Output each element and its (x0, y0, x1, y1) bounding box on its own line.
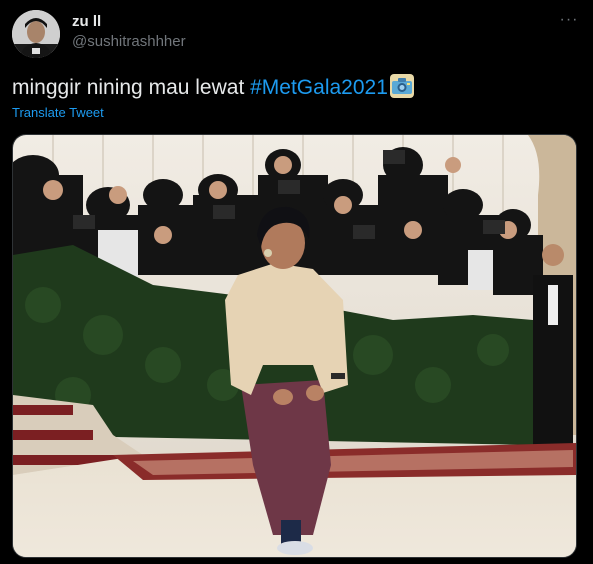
tweet-photo[interactable] (12, 134, 577, 558)
display-name[interactable]: zu ll (72, 13, 101, 30)
camera-emoji-icon (389, 74, 414, 98)
more-options-icon[interactable]: ··· (557, 10, 581, 34)
user-handle[interactable]: @sushitrashhher (72, 33, 186, 50)
hashtag-link[interactable]: #MetGala2021 (250, 76, 388, 99)
tweet-text: minggir nining mau lewat #MetGala2021 (12, 74, 414, 102)
avatar[interactable] (12, 10, 60, 58)
tweet-text-plain: minggir nining mau lewat (12, 76, 251, 99)
tweet[interactable]: zu ll @sushitrashhher ··· minggir nining… (0, 0, 593, 564)
translate-tweet-link[interactable]: Translate Tweet (12, 105, 104, 120)
